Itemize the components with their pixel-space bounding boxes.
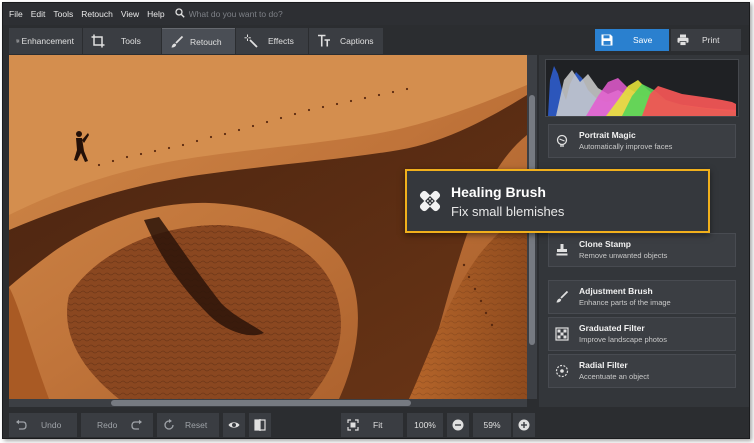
preview-button[interactable]: [223, 413, 245, 437]
tab-captions-label: Captions: [340, 36, 374, 46]
callout-title: Healing Brush: [451, 183, 546, 200]
tool-radial-filter[interactable]: Radial Filter Accentuate an object: [548, 354, 736, 388]
radial-icon: [555, 364, 569, 378]
text-icon: [318, 34, 330, 47]
bandage-icon: [419, 190, 441, 212]
tool-title: Clone Stamp: [579, 239, 631, 249]
compare-button[interactable]: [249, 413, 271, 437]
tool-title: Radial Filter: [579, 360, 628, 370]
bottom-bar: Undo Redo Reset Fit 100% 59%: [3, 407, 749, 438]
redo-button[interactable]: Redo: [81, 413, 153, 437]
zoom-100-button[interactable]: 100%: [407, 413, 443, 437]
magic-wand-icon: [244, 34, 258, 48]
print-label: Print: [702, 35, 720, 45]
tab-retouch-label: Retouch: [190, 36, 222, 47]
zoom-value: 59%: [473, 413, 511, 437]
brush-icon: [171, 35, 184, 47]
horizontal-scrollbar[interactable]: [9, 399, 527, 407]
tab-enhancement[interactable]: Enhancement: [9, 28, 82, 54]
fit-screen-icon: [347, 419, 359, 431]
tool-adjustment-brush[interactable]: Adjustment Brush Enhance parts of the im…: [548, 280, 736, 314]
portrait-icon: [556, 134, 568, 147]
menu-help[interactable]: Help: [147, 9, 164, 19]
menu-search: [174, 8, 349, 20]
zoom-value-label: 59%: [483, 420, 501, 430]
tool-portrait-magic[interactable]: Portrait Magic Automatically improve fac…: [548, 124, 736, 158]
search-input[interactable]: [188, 9, 349, 19]
zoom-out-button[interactable]: [447, 413, 469, 437]
healing-brush-tool[interactable]: Healing Brush Fix small blemishes: [405, 169, 710, 233]
tool-graduated-filter[interactable]: Graduated Filter Improve landscape photo…: [548, 317, 736, 351]
zoom-100-label: 100%: [414, 420, 436, 430]
tab-effects-label: Effects: [268, 36, 294, 46]
print-button[interactable]: Print: [671, 29, 741, 51]
tab-tools-label: Tools: [121, 36, 141, 46]
save-button[interactable]: Save: [595, 29, 669, 51]
callout-description: Fix small blemishes: [451, 203, 565, 219]
printer-icon: [677, 34, 689, 46]
zoom-in-button[interactable]: [513, 413, 535, 437]
compare-icon: [254, 419, 266, 431]
tool-description: Accentuate an object: [579, 372, 650, 381]
gradient-icon: [555, 327, 569, 341]
tab-tools[interactable]: Tools: [83, 28, 161, 54]
stamp-icon: [556, 244, 568, 256]
tab-effects[interactable]: Effects: [236, 28, 308, 54]
menu-bar: File Edit Tools Retouch View Help: [3, 3, 749, 25]
tool-title: Graduated Filter: [579, 323, 645, 333]
undo-button[interactable]: Undo: [9, 413, 77, 437]
main-toolbar: Enhancement Tools Retouch Effects Captio…: [3, 27, 749, 55]
menu-view[interactable]: View: [121, 9, 139, 19]
crop-icon: [91, 34, 105, 48]
search-icon: [174, 8, 185, 20]
redo-icon: [131, 419, 143, 430]
horizontal-scroll-thumb[interactable]: [111, 400, 411, 406]
plus-circle-icon: [518, 419, 530, 431]
tab-retouch[interactable]: Retouch: [162, 28, 235, 54]
sliders-icon: [16, 39, 20, 43]
redo-label: Redo: [97, 420, 118, 430]
histogram-graph: [548, 66, 736, 116]
minus-circle-icon: [452, 419, 464, 431]
tool-clone-stamp[interactable]: Clone Stamp Remove unwanted objects: [548, 233, 736, 267]
app-window: File Edit Tools Retouch View Help Enhanc…: [2, 2, 750, 439]
tool-title: Portrait Magic: [579, 130, 636, 140]
tab-captions[interactable]: Captions: [309, 28, 383, 54]
brush-icon: [556, 290, 569, 303]
undo-label: Undo: [41, 420, 62, 430]
floppy-disk-icon: [601, 34, 613, 46]
tool-description: Remove unwanted objects: [579, 251, 668, 260]
save-label: Save: [633, 35, 653, 45]
menu-file[interactable]: File: [9, 9, 23, 19]
reset-label: Reset: [185, 420, 208, 430]
histogram: [545, 59, 739, 117]
fit-label: Fit: [373, 420, 383, 430]
menu-edit[interactable]: Edit: [31, 9, 46, 19]
eye-icon: [228, 422, 240, 428]
menu-retouch[interactable]: Retouch: [81, 9, 113, 19]
reset-button[interactable]: Reset: [157, 413, 219, 437]
menu-tools[interactable]: Tools: [53, 9, 73, 19]
fit-button[interactable]: Fit: [341, 413, 403, 437]
tool-title: Adjustment Brush: [579, 286, 653, 296]
tool-description: Enhance parts of the image: [579, 298, 671, 307]
tool-description: Automatically improve faces: [579, 142, 673, 151]
tool-description: Improve landscape photos: [579, 335, 667, 344]
undo-icon: [16, 419, 27, 430]
reset-icon: [164, 419, 174, 430]
tab-enhancement-label: Enhancement: [21, 36, 74, 46]
